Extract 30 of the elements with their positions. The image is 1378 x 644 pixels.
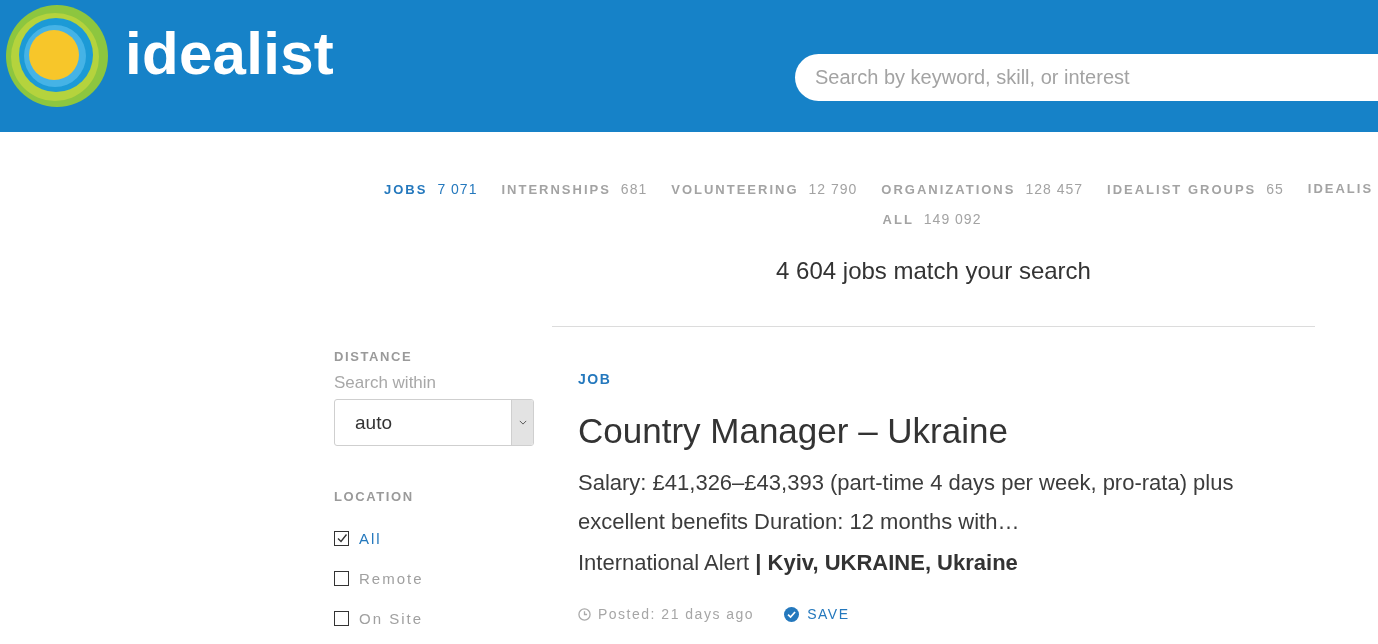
organization-location: International Alert | Kyiv, UKRAINE, Ukraine: [578, 549, 1019, 577]
category-tab[interactable]: ORGANIZATIONS 128 457: [881, 180, 1084, 210]
job-title[interactable]: Country Manager – Ukraine: [578, 410, 1315, 452]
category-tab[interactable]: IDEALIS: [1307, 180, 1374, 210]
filter-heading: LOCATION: [334, 489, 415, 505]
chevron-down-icon: [511, 400, 533, 445]
job-description: Salary: £41,326–£43,393 (part-time 4 days per week, pro-rata) plus excellent benefits Duration: 12 months with…: [578, 469, 1235, 536]
checkbox[interactable]: [334, 610, 349, 626]
filter-heading: DISTANCE: [334, 349, 414, 365]
filter-hint: Search within: [334, 372, 438, 394]
checkbox-label[interactable]: On Site: [359, 609, 424, 627]
category-tab[interactable]: VOLUNTEERING 12 790: [671, 180, 858, 210]
checkbox-label[interactable]: Remote: [359, 569, 424, 587]
logo-text: idealist: [125, 24, 335, 84]
logo-icon: [5, 4, 109, 108]
checkbox-label[interactable]: All: [359, 529, 382, 547]
checkbox[interactable]: [334, 530, 349, 546]
save-link[interactable]: SAVE: [784, 606, 850, 622]
distance-select[interactable]: auto: [334, 399, 534, 446]
category-tab[interactable]: IDEALIST GROUPS 65: [1107, 180, 1284, 210]
category-tab[interactable]: ALL 149 092: [882, 210, 982, 240]
check-circle-icon: [784, 606, 800, 622]
category-tab[interactable]: JOBS 7 071: [384, 180, 478, 210]
category-tab[interactable]: INTERNSHIPS 681: [501, 180, 648, 210]
search-field[interactable]: Search by keyword, skill, or interest: [795, 54, 1378, 101]
results-summary: 4 604 jobs match your search: [775, 256, 1092, 286]
clock-icon: [578, 607, 591, 621]
posted-date: Posted: 21 days ago: [598, 606, 755, 622]
checkbox[interactable]: [334, 570, 349, 586]
listing-type: JOB: [578, 371, 613, 387]
